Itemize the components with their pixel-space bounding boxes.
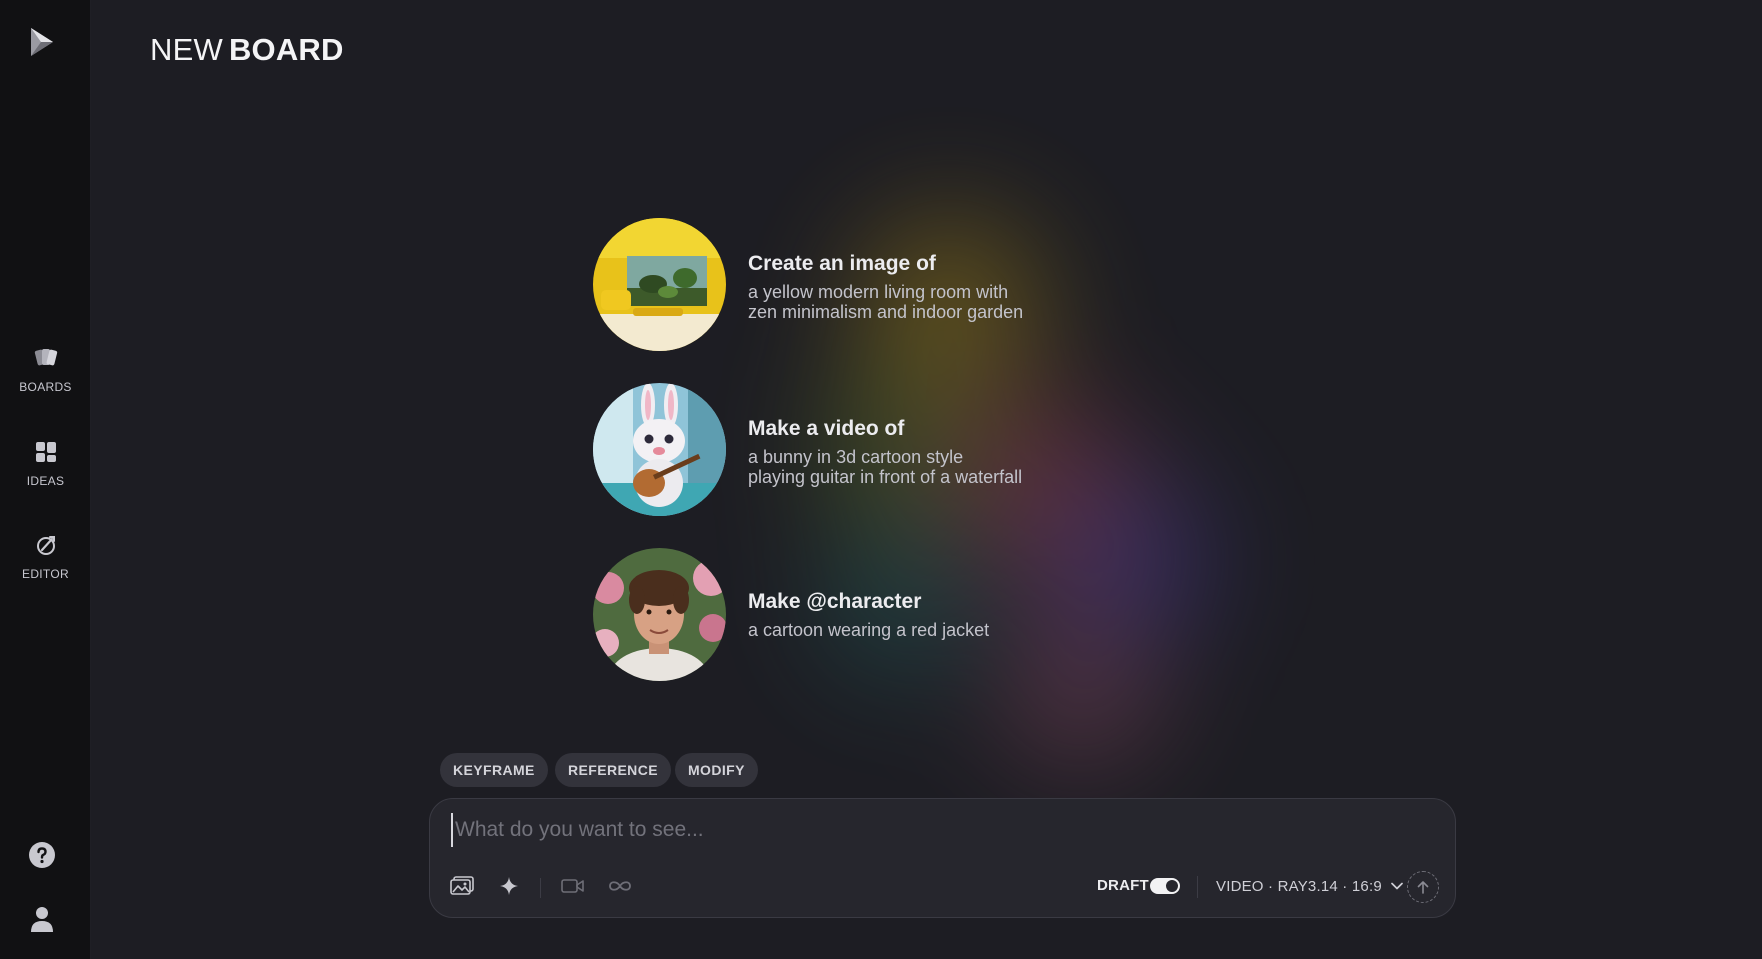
sidebar-item-label: BOARDS <box>19 380 72 394</box>
suggestion-title: Make @character <box>748 590 922 613</box>
sidebar-item-boards[interactable]: BOARDS <box>0 344 91 394</box>
suggestion-make-character[interactable]: Make @character a cartoon wearing a red … <box>593 548 1113 682</box>
suggestion-text: Make a video of a bunny in 3d cartoon st… <box>748 417 1022 487</box>
sparkle-icon <box>500 877 518 895</box>
sidebar-item-editor[interactable]: EDITOR <box>0 531 91 581</box>
prompt-input[interactable] <box>451 813 1411 847</box>
bunny-thumbnail <box>593 383 726 516</box>
sidebar-item-ideas[interactable]: IDEAS <box>0 438 91 488</box>
living-room-thumbnail <box>593 218 726 351</box>
suggestion-text: Make @character a cartoon wearing a red … <box>748 590 989 640</box>
draft-toggle-knob <box>1166 880 1178 892</box>
video-camera-icon <box>561 879 584 893</box>
character-portrait-thumbnail <box>593 548 726 681</box>
model-settings-dropdown[interactable]: VIDEO · RAY3.14 · 16:9 <box>1216 869 1404 903</box>
page-title: NEW BOARD <box>150 32 344 68</box>
ideas-grid-icon <box>35 442 56 462</box>
toolbar-divider <box>540 878 541 898</box>
draft-toggle[interactable] <box>1150 878 1180 894</box>
video-mode-button[interactable] <box>558 871 588 901</box>
loop-button[interactable] <box>605 871 635 901</box>
logo-icon[interactable] <box>27 26 57 58</box>
draft-label: DRAFT <box>1097 877 1149 894</box>
reference-chip[interactable]: REFERENCE <box>555 753 671 787</box>
page-title-light: NEW <box>150 32 223 67</box>
sidebar-item-label: IDEAS <box>26 474 65 488</box>
boards-icon <box>34 349 57 366</box>
account-icon[interactable] <box>28 904 56 934</box>
enhance-button[interactable] <box>494 871 524 901</box>
suggestion-create-image[interactable]: Create an image of a yellow modern livin… <box>593 218 1113 352</box>
suggestion-title: Make a video of <box>748 417 905 440</box>
suggestion-text: Create an image of a yellow modern livin… <box>748 252 1023 322</box>
loop-icon <box>609 881 631 891</box>
image-upload-icon <box>450 876 474 895</box>
modify-chip[interactable]: MODIFY <box>675 753 758 787</box>
prompt-box: DRAFT VIDEO · RAY3.14 · 16:9 <box>429 798 1456 918</box>
editor-icon <box>36 536 55 555</box>
sidebar-item-label: EDITOR <box>22 567 69 581</box>
toolbar-divider <box>1197 876 1198 898</box>
chevron-down-icon <box>1391 882 1403 890</box>
suggestion-desc-line2: zen minimalism and indoor garden <box>748 302 1024 322</box>
arrow-up-icon <box>1417 881 1429 894</box>
sidebar: BOARDS IDEAS EDITOR <box>0 0 91 959</box>
suggestion-make-video[interactable]: Make a video of a bunny in 3d cartoon st… <box>593 383 1113 517</box>
suggestion-desc-line2: playing guitar in front of a waterfall <box>748 467 1023 487</box>
suggestion-title: Create an image of <box>748 252 936 275</box>
suggestion-desc-line1: a yellow modern living room with <box>748 282 1009 302</box>
suggestion-desc-line1: a bunny in 3d cartoon style <box>748 447 964 467</box>
page-title-bold: BOARD <box>228 32 344 67</box>
image-upload-button[interactable] <box>447 871 477 901</box>
model-settings-label: VIDEO · RAY3.14 · 16:9 <box>1216 877 1382 895</box>
keyframe-chip[interactable]: KEYFRAME <box>440 753 548 787</box>
submit-button[interactable] <box>1407 871 1439 903</box>
help-icon[interactable] <box>28 841 56 869</box>
app-root: BOARDS IDEAS EDITOR NEW BOARD Create an … <box>0 0 1762 959</box>
suggestion-desc-line1: a cartoon wearing a red jacket <box>748 620 990 640</box>
